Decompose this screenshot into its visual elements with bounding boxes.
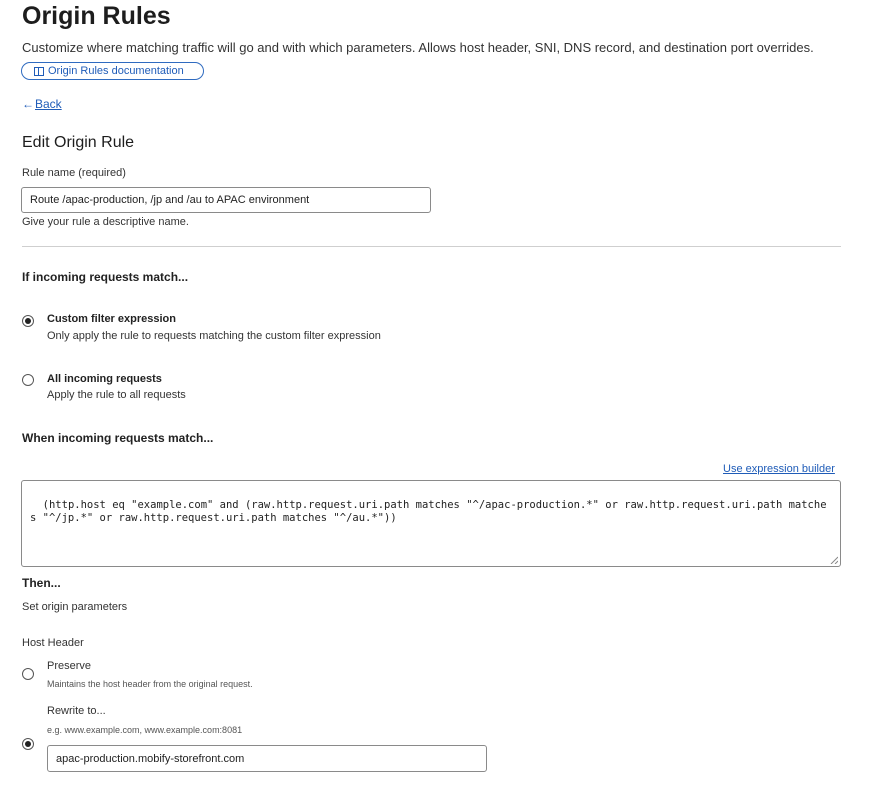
rule-name-value: Route /apac-production, /jp and /au to A… bbox=[30, 194, 310, 206]
host-header-label: Host Header bbox=[22, 637, 84, 649]
book-icon bbox=[34, 66, 44, 76]
expression-textarea[interactable]: (http.host eq "example.com" and (raw.htt… bbox=[21, 480, 841, 567]
documentation-label: Origin Rules documentation bbox=[48, 65, 184, 77]
all-requests-desc: Apply the rule to all requests bbox=[47, 389, 186, 401]
custom-filter-radio[interactable] bbox=[22, 315, 34, 327]
page-subtitle: Customize where matching traffic will go… bbox=[22, 40, 814, 55]
preserve-radio[interactable] bbox=[22, 668, 34, 680]
custom-filter-desc: Only apply the rule to requests matching… bbox=[47, 330, 381, 342]
all-requests-radio[interactable] bbox=[22, 374, 34, 386]
page-title: Origin Rules bbox=[22, 2, 171, 30]
then-heading: Then... bbox=[22, 576, 61, 590]
preserve-desc: Maintains the host header from the origi… bbox=[47, 679, 253, 689]
then-subheading: Set origin parameters bbox=[22, 601, 128, 613]
resize-handle-icon[interactable] bbox=[830, 556, 838, 564]
rule-name-input[interactable]: Route /apac-production, /jp and /au to A… bbox=[21, 187, 431, 213]
rewrite-hint: e.g. www.example.com, www.example.com:80… bbox=[47, 725, 243, 735]
rewrite-value: apac-production.mobify-storefront.com bbox=[56, 752, 245, 765]
back-label: Back bbox=[35, 97, 62, 111]
rule-name-label: Rule name (required) bbox=[22, 167, 126, 179]
preserve-title: Preserve bbox=[47, 660, 92, 672]
all-requests-title: All incoming requests bbox=[47, 373, 162, 385]
match-heading: If incoming requests match... bbox=[22, 270, 189, 284]
expression-builder-link[interactable]: Use expression builder bbox=[723, 463, 835, 475]
arrow-left-icon: ← bbox=[22, 97, 34, 111]
custom-filter-title: Custom filter expression bbox=[47, 313, 176, 325]
rewrite-input[interactable]: apac-production.mobify-storefront.com bbox=[47, 745, 487, 772]
section-divider bbox=[22, 246, 841, 247]
rule-name-help: Give your rule a descriptive name. bbox=[22, 216, 189, 228]
rewrite-title: Rewrite to... bbox=[47, 705, 106, 717]
expression-heading: When incoming requests match... bbox=[22, 431, 214, 445]
form-heading: Edit Origin Rule bbox=[22, 134, 135, 151]
back-link[interactable]: ← Back bbox=[22, 97, 62, 111]
rewrite-radio[interactable] bbox=[22, 738, 34, 750]
expression-value: (http.host eq "example.com" and (raw.htt… bbox=[30, 499, 827, 524]
documentation-button[interactable]: Origin Rules documentation bbox=[21, 62, 204, 80]
